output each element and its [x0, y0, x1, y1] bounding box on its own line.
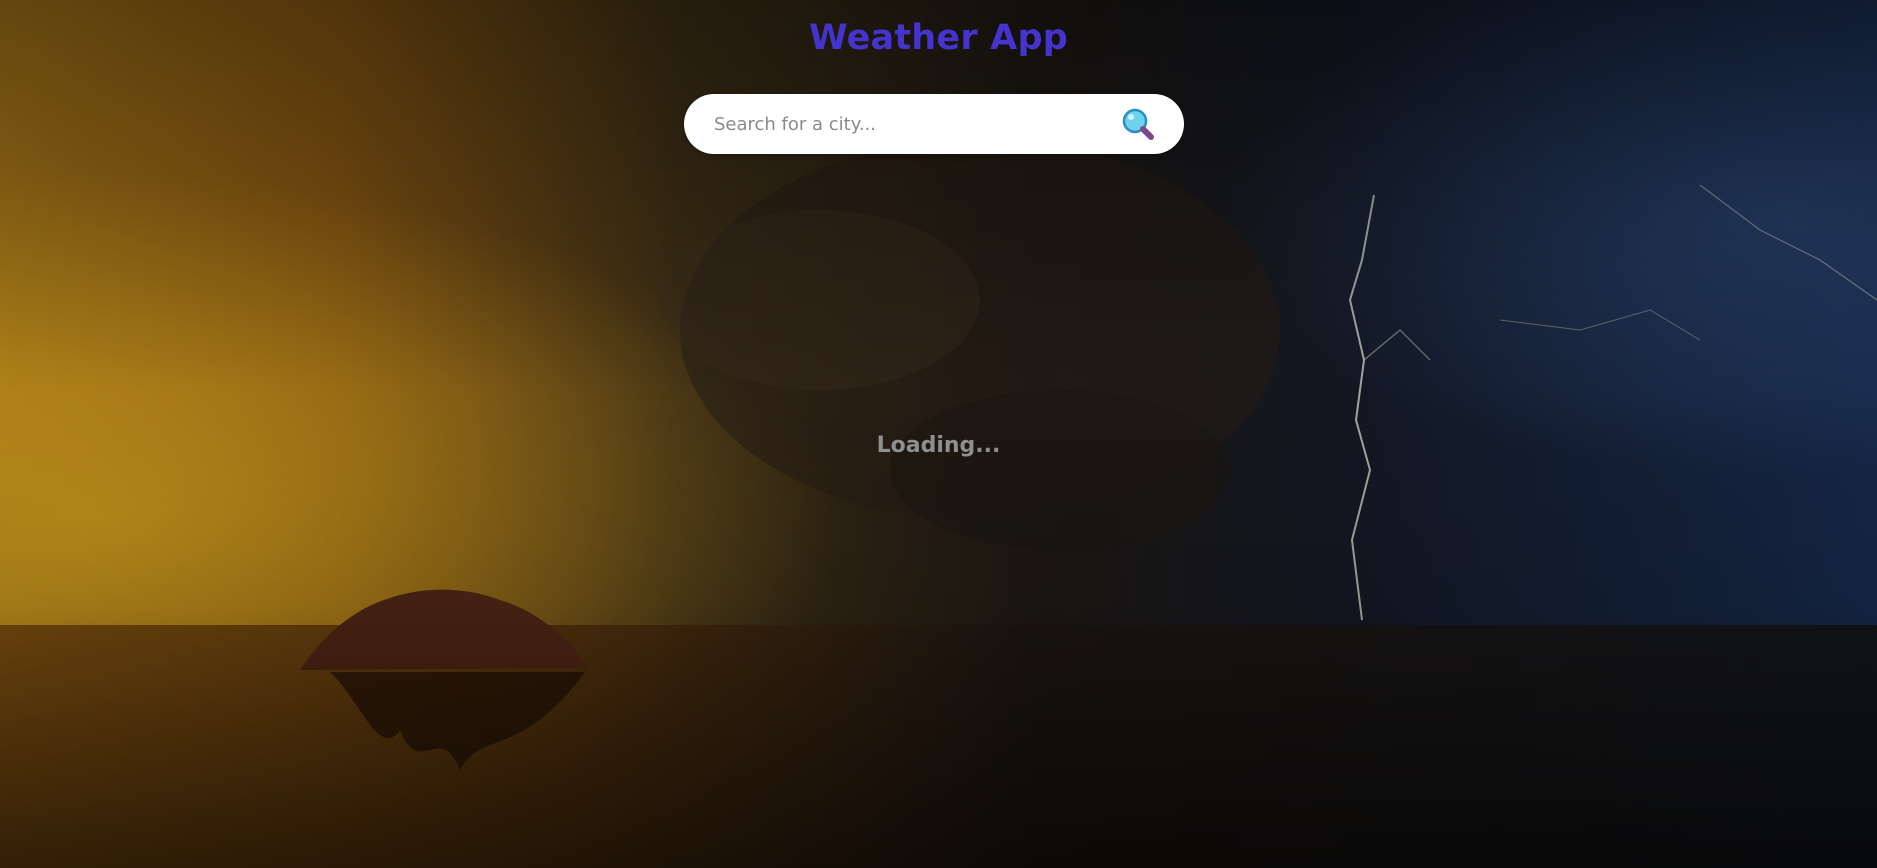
search-input[interactable] — [714, 94, 1114, 154]
loading-indicator: Loading... — [876, 433, 1001, 458]
app-title: Weather App — [809, 18, 1068, 58]
search-button[interactable] — [1118, 104, 1158, 144]
search-bar — [684, 94, 1184, 154]
magnifying-glass-icon — [1122, 108, 1154, 140]
